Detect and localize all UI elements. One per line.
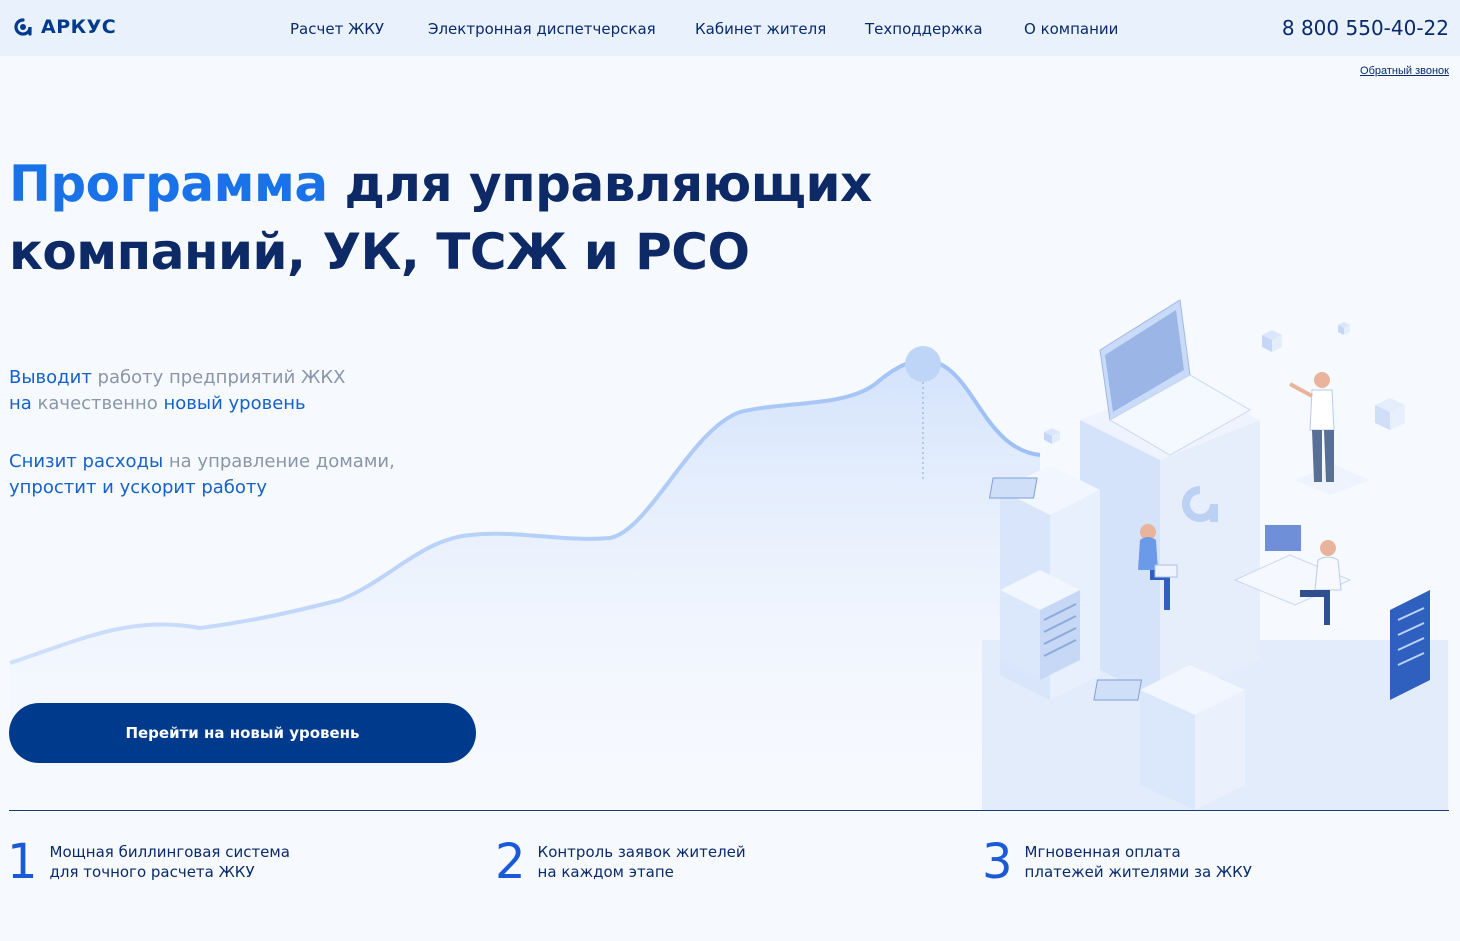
benefit-highlight: на [9, 393, 32, 414]
benefit-highlight: новый уровень [163, 393, 306, 414]
isometric-office-illustration [982, 299, 1448, 810]
feature-text: Мощная биллинговая система для точного р… [50, 838, 290, 886]
logo-link[interactable]: АРКУС [11, 13, 116, 41]
feature-item: 3 Мгновенная оплата платежей жителями за… [982, 838, 1252, 886]
callback-link[interactable]: Обратный звонок [1360, 65, 1449, 77]
benefit-point-2: Снизит расходы на управление домами, упр… [9, 449, 395, 501]
nav-item-resident-cabinet[interactable]: Кабинет жителя [695, 20, 826, 38]
feature-item: 2 Контроль заявок жителей на каждом этап… [495, 838, 746, 886]
phone-link[interactable]: 8 800 550-40-22 [1282, 16, 1449, 40]
arkus-logo-icon [14, 18, 32, 36]
site-header: АРКУС Расчет ЖКУ Электронная диспетчерск… [0, 0, 1460, 56]
benefit-text: на управление домами, [163, 451, 395, 472]
feature-number: 2 [495, 834, 526, 890]
nav-item-support[interactable]: Техподдержка [865, 20, 983, 38]
feature-line: Мгновенная оплата [1024, 843, 1181, 861]
benefit-highlight: упростит и ускорит работу [9, 477, 268, 498]
title-accent: Программа [9, 155, 328, 213]
feature-line: для точного расчета ЖКУ [49, 863, 255, 881]
benefit-highlight: Выводит [9, 367, 92, 388]
title-line1-rest: для управляющих [327, 155, 873, 213]
nav-item-billing[interactable]: Расчет ЖКУ [290, 20, 384, 38]
nav-item-about[interactable]: О компании [1024, 20, 1118, 38]
feature-line: Контроль заявок жителей [537, 843, 746, 861]
feature-line: на каждом этапе [537, 863, 674, 881]
feature-text: Мгновенная оплата платежей жителями за Ж… [1025, 838, 1252, 886]
feature-text: Контроль заявок жителей на каждом этапе [538, 838, 746, 886]
feature-line: Мощная биллинговая система [49, 843, 290, 861]
feature-number: 3 [982, 834, 1013, 890]
benefit-text: качественно [31, 393, 164, 414]
feature-number: 1 [7, 834, 38, 890]
brand-name: АРКУС [41, 16, 117, 38]
feature-item: 1 Мощная биллинговая система для точного… [7, 838, 290, 886]
benefit-text: работу предприятий ЖКХ [91, 367, 346, 388]
feature-line: платежей жителями за ЖКУ [1024, 863, 1252, 881]
cta-button[interactable]: Перейти на новый уровень [9, 703, 476, 763]
nav-item-dispatch[interactable]: Электронная диспетчерская [428, 20, 656, 38]
benefit-point-1: Выводит работу предприятий ЖКХ на качест… [9, 365, 346, 417]
benefit-highlight: Снизит расходы [9, 451, 164, 472]
page-title: Программа для управляющих компаний, УК, … [9, 150, 909, 286]
title-line2: компаний, УК, ТСЖ и РСО [9, 223, 750, 281]
divider [9, 810, 1449, 811]
